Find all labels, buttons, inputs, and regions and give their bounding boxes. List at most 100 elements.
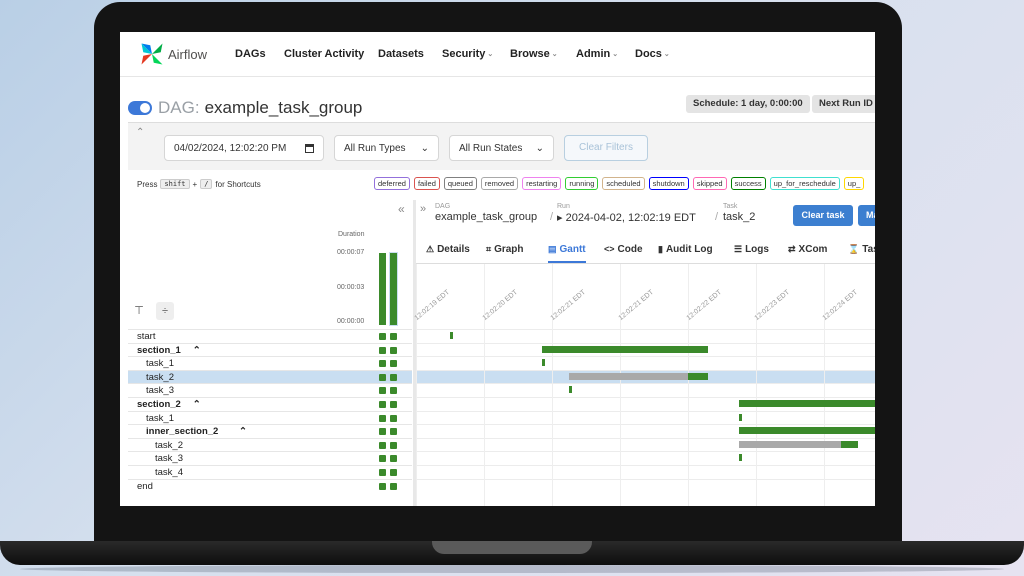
calendar-icon[interactable] — [305, 143, 314, 153]
task-instance-square[interactable] — [390, 401, 397, 408]
legend-restarting[interactable]: restarting — [522, 177, 562, 190]
task-instance-square[interactable] — [379, 469, 386, 476]
tab-xcom[interactable]: ⇄ XCom — [788, 236, 827, 263]
breadcrumb-task[interactable]: task_2 — [723, 211, 755, 223]
run-duration-bar-selected[interactable] — [389, 252, 398, 326]
breadcrumb-run[interactable]: ▸ 2024-04-02, 12:02:19 EDT — [557, 211, 696, 224]
legend-success[interactable]: success — [730, 177, 766, 190]
task-row[interactable]: task_2 — [128, 369, 412, 384]
gantt-bar-success[interactable] — [541, 345, 709, 353]
chevron-up-icon[interactable]: ⌃ — [193, 344, 201, 357]
expand-grid-icon[interactable]: » — [420, 203, 426, 215]
legend-scheduled[interactable]: scheduled — [602, 177, 645, 190]
gantt-bar-success[interactable] — [450, 332, 453, 339]
task-instance-square[interactable] — [390, 482, 397, 490]
task-instance-square[interactable] — [379, 428, 386, 436]
nav-item-cluster-activity[interactable]: Cluster Activity — [284, 48, 364, 60]
gantt-bar-success[interactable] — [541, 359, 546, 367]
tab-logs[interactable]: ☰ Logs — [734, 236, 769, 263]
task-row[interactable]: section_2 ⌃ — [128, 397, 412, 411]
legend-shutdown[interactable]: shutdown — [648, 177, 689, 190]
dag-pause-toggle[interactable] — [128, 101, 152, 115]
gantt-bar-queued[interactable] — [569, 372, 688, 380]
nav-item-datasets[interactable]: Datasets — [378, 48, 424, 60]
chevron-up-icon[interactable]: ⌃ — [193, 398, 201, 411]
task-instance-square[interactable] — [390, 346, 397, 354]
chevron-up-icon[interactable]: ⌃ — [239, 425, 247, 438]
task-instance-square[interactable] — [390, 428, 397, 436]
clear-task-button[interactable]: Clear task — [793, 205, 853, 226]
legend-queued[interactable]: queued — [443, 177, 477, 190]
gantt-bar-success[interactable] — [739, 454, 743, 462]
task-instance-square[interactable] — [390, 387, 397, 395]
nav-item-browse[interactable]: Browse ⌄ — [510, 48, 558, 60]
mark-state-button[interactable]: Ma — [858, 205, 875, 226]
legend-failed[interactable]: failed — [413, 177, 440, 190]
breadcrumb-dag[interactable]: example_task_group — [435, 211, 537, 223]
airflow-logo[interactable]: Airflow — [138, 40, 207, 68]
task-instance-square[interactable] — [379, 373, 386, 381]
task-row[interactable]: end — [128, 478, 412, 493]
app-name: Airflow — [168, 46, 208, 62]
tab-gantt[interactable]: ▤ Gantt — [548, 236, 586, 263]
gantt-bar-queued[interactable] — [739, 440, 841, 448]
collapse-all-icon[interactable]: ⊤ — [130, 302, 148, 320]
collapse-filters-icon[interactable]: ⌃ — [136, 127, 144, 138]
clear-filters-button[interactable]: Clear Filters — [564, 135, 648, 161]
task-row[interactable]: section_1 ⌃ — [128, 342, 412, 357]
task-instance-square[interactable] — [379, 441, 386, 449]
task-row[interactable]: task_1 — [128, 356, 412, 370]
tab-details[interactable]: ⚠ Details — [426, 236, 470, 263]
nav-item-admin[interactable]: Admin ⌄ — [576, 48, 618, 60]
legend-up_for_reschedule[interactable]: up_for_reschedule — [769, 177, 840, 190]
tab-code[interactable]: <> Code — [604, 236, 643, 263]
run-type-select[interactable]: All Run Types ⌄ — [334, 135, 439, 161]
gantt-bar-success[interactable] — [739, 427, 875, 435]
legend-running[interactable]: running — [565, 177, 599, 190]
task-instance-square[interactable] — [379, 455, 386, 463]
task-instance-square[interactable] — [379, 387, 386, 395]
task-row[interactable]: task_3 — [128, 451, 412, 465]
task-row[interactable]: start — [128, 329, 412, 343]
nav-item-dags[interactable]: DAGs — [235, 48, 266, 60]
nav-item-docs[interactable]: Docs ⌄ — [635, 48, 670, 60]
gantt-bar-success[interactable] — [841, 440, 858, 448]
task-instance-square[interactable] — [390, 360, 397, 368]
run-type-value: All Run Types — [344, 142, 406, 154]
gantt-bar-success[interactable] — [739, 413, 743, 421]
task-instance-square[interactable] — [379, 414, 386, 422]
task-row[interactable]: task_1 — [128, 410, 412, 425]
task-instance-square[interactable] — [390, 441, 397, 449]
tab-graph[interactable]: ⌗ Graph — [486, 236, 524, 263]
task-instance-square[interactable] — [390, 455, 397, 463]
task-row[interactable]: task_2 — [128, 437, 412, 452]
task-instance-square[interactable] — [390, 373, 397, 381]
collapse-details-icon[interactable]: « — [398, 202, 405, 216]
task-instance-square[interactable] — [390, 414, 397, 422]
legend-skipped[interactable]: skipped — [692, 177, 727, 190]
task-row[interactable]: task_4 — [128, 465, 412, 479]
gantt-bar-success[interactable] — [688, 372, 709, 380]
run-duration-bar[interactable] — [379, 253, 386, 325]
gantt-bar-success[interactable] — [739, 400, 875, 407]
task-instance-square[interactable] — [379, 360, 386, 368]
tab-tas[interactable]: ⌛Tas — [848, 236, 875, 263]
task-instance-square[interactable] — [379, 401, 386, 408]
expand-all-icon[interactable]: ÷ — [156, 302, 174, 320]
base-date-input[interactable]: 04/02/2024, 12:02:20 PM — [164, 135, 324, 161]
legend-deferred[interactable]: deferred — [374, 177, 410, 190]
task-instance-square[interactable] — [379, 346, 386, 354]
task-instance-square[interactable] — [390, 469, 397, 476]
legend-up_[interactable]: up_ — [843, 177, 865, 190]
task-row[interactable]: inner_section_2 ⌃ — [128, 424, 412, 438]
gantt-bar-success[interactable] — [569, 386, 573, 394]
tab-audit-log[interactable]: ▮ Audit Log — [658, 236, 713, 263]
dag-label: DAG: — [158, 98, 200, 117]
task-instance-square[interactable] — [379, 482, 386, 490]
nav-item-security[interactable]: Security ⌄ — [442, 48, 493, 60]
task-row[interactable]: task_3 — [128, 383, 412, 397]
task-instance-square[interactable] — [390, 333, 397, 340]
run-state-select[interactable]: All Run States ⌄ — [449, 135, 554, 161]
task-instance-square[interactable] — [379, 333, 386, 340]
legend-removed[interactable]: removed — [480, 177, 519, 190]
